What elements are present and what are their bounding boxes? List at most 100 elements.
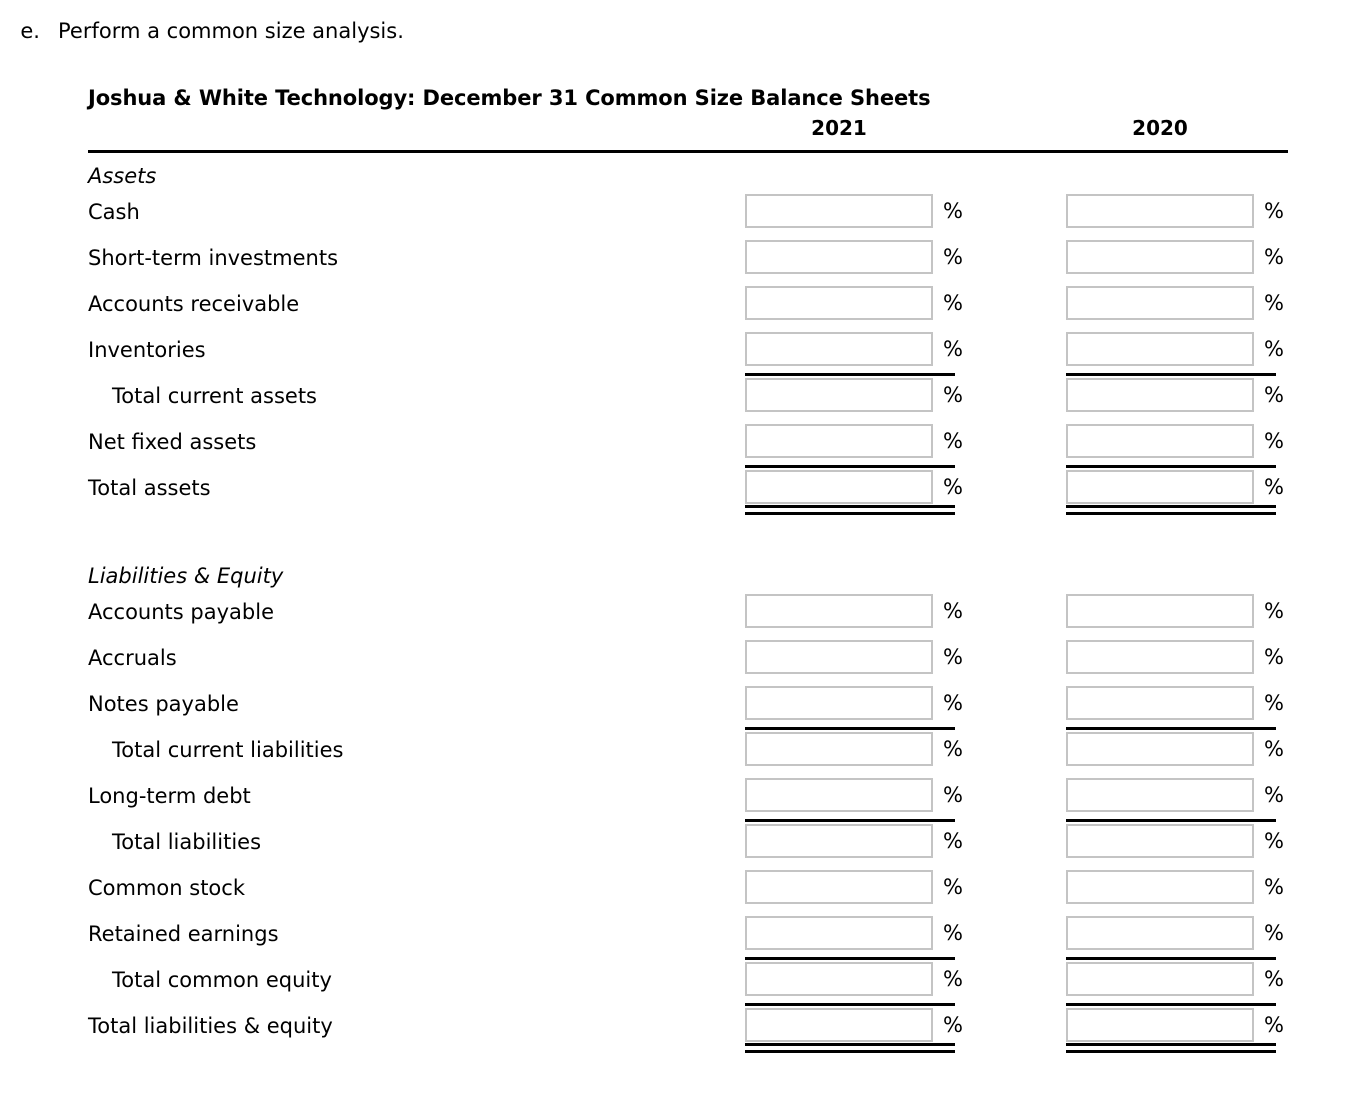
common-size-balance-sheet: Joshua & White Technology: December 31 C… [88,84,1288,1053]
percent-input[interactable] [1066,870,1254,904]
row-label: Total assets [88,476,211,500]
percent-input[interactable] [745,378,933,412]
percent-input[interactable] [1066,332,1254,366]
value-cell-inner: % [1066,594,1284,628]
value-cell-inner: % [745,594,963,628]
percent-symbol: % [943,736,963,761]
value-cell-inner: % [1066,424,1284,458]
value-cell-inner: % [745,824,963,858]
row-label: Total common equity [112,968,332,992]
percent-symbol: % [943,198,963,223]
percent-input[interactable] [1066,594,1254,628]
subtotal-rule [1066,1003,1276,1006]
percent-input[interactable] [1066,194,1254,228]
value-cell-inner: % [745,778,963,812]
percent-symbol: % [943,828,963,853]
percent-input[interactable] [745,824,933,858]
percent-input[interactable] [1066,778,1254,812]
column-header-2021: 2021 [811,116,867,140]
subtotal-rule [745,1003,955,1006]
subtotal-rule [1066,465,1276,468]
total-double-rule [745,1043,955,1053]
section-heading: Liabilities & Equity [88,564,284,588]
subtotal-rule [1066,373,1276,376]
row-label: Accruals [88,646,177,670]
percent-symbol: % [943,474,963,499]
balance-sheet-row: Accruals%% [88,635,1288,681]
percent-symbol: % [943,966,963,991]
subtotal-rule [745,465,955,468]
percent-symbol: % [1264,598,1284,623]
percent-symbol: % [1264,1012,1284,1037]
percent-input[interactable] [745,332,933,366]
row-label: Total liabilities [112,830,262,854]
value-cell-inner: % [745,240,963,274]
percent-input[interactable] [745,594,933,628]
sheet-title: Joshua & White Technology: December 31 C… [88,86,931,110]
value-cell-inner: % [745,870,963,904]
percent-symbol: % [1264,690,1284,715]
balance-sheet-row: Accounts receivable%% [88,281,1288,327]
percent-input[interactable] [1066,424,1254,458]
value-cell-inner: % [745,732,963,766]
row-label: Total current liabilities [112,738,344,762]
balance-sheet-row: Cash%% [88,189,1288,235]
percent-input[interactable] [745,916,933,950]
percent-input[interactable] [1066,378,1254,412]
percent-symbol: % [943,382,963,407]
percent-input[interactable] [1066,470,1254,504]
row-label: Net fixed assets [88,430,257,454]
percent-input[interactable] [1066,732,1254,766]
value-cell-inner: % [1066,824,1284,858]
percent-input[interactable] [745,778,933,812]
percent-input[interactable] [745,240,933,274]
percent-symbol: % [943,336,963,361]
question-prompt: e. Perform a common size analysis. [0,16,1368,46]
value-cell-inner: % [1066,778,1284,812]
percent-input[interactable] [745,470,933,504]
percent-input[interactable] [745,870,933,904]
percent-input[interactable] [1066,824,1254,858]
row-label: Long-term debt [88,784,251,808]
value-cell-inner: % [745,194,963,228]
percent-symbol: % [943,1012,963,1037]
balance-sheet-row: Common stock%% [88,865,1288,911]
percent-symbol: % [1264,920,1284,945]
percent-input[interactable] [745,424,933,458]
percent-symbol: % [1264,966,1284,991]
percent-input[interactable] [1066,286,1254,320]
percent-input[interactable] [745,1008,933,1042]
row-label: Common stock [88,876,245,900]
percent-symbol: % [1264,198,1284,223]
percent-input[interactable] [745,640,933,674]
percent-input[interactable] [1066,686,1254,720]
row-label: Notes payable [88,692,239,716]
percent-input[interactable] [745,686,933,720]
percent-input[interactable] [745,194,933,228]
value-cell-inner: % [745,332,963,366]
total-double-rule [745,505,955,515]
percent-input[interactable] [1066,240,1254,274]
balance-sheet-row: Total liabilities%% [88,819,1288,865]
percent-input[interactable] [745,732,933,766]
balance-sheet-row: Total current liabilities%% [88,727,1288,773]
percent-input[interactable] [1066,1008,1254,1042]
value-cell-inner: % [1066,194,1284,228]
value-cell-inner: % [1066,962,1284,996]
value-cell-inner: % [745,686,963,720]
percent-input[interactable] [1066,962,1254,996]
value-cell-inner: % [1066,1008,1284,1042]
percent-symbol: % [943,920,963,945]
subtotal-rule [1066,727,1276,730]
percent-symbol: % [1264,736,1284,761]
percent-symbol: % [943,644,963,669]
percent-symbol: % [943,782,963,807]
percent-input[interactable] [745,962,933,996]
percent-input[interactable] [1066,916,1254,950]
balance-sheet-row: Notes payable%% [88,681,1288,727]
row-label: Short-term investments [88,246,339,270]
row-label: Accounts receivable [88,292,300,316]
percent-symbol: % [1264,828,1284,853]
percent-input[interactable] [745,286,933,320]
percent-input[interactable] [1066,640,1254,674]
